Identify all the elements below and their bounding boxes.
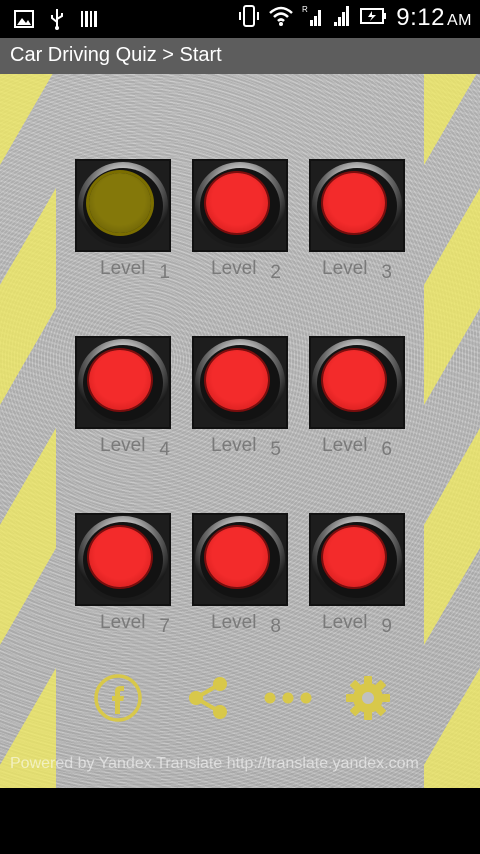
level-9-lamp	[323, 527, 385, 587]
level-4-button[interactable]	[75, 336, 171, 429]
road-stripe-left	[0, 74, 56, 788]
title-bar: Car Driving Quiz > Start	[0, 38, 480, 74]
level-1-label: Level 1	[100, 258, 170, 283]
level-3-button[interactable]	[309, 159, 405, 252]
level-3-lamp	[323, 173, 385, 233]
svg-text:R: R	[302, 5, 308, 14]
level-8-button[interactable]	[192, 513, 288, 606]
usb-icon	[50, 8, 64, 34]
level-8-lamp	[206, 527, 268, 587]
signal-icon: R	[302, 4, 324, 32]
level-6-lamp	[323, 350, 385, 410]
more-icon[interactable]	[262, 672, 314, 724]
level-9-button[interactable]	[309, 513, 405, 606]
level-8-label: Level 8	[211, 612, 281, 637]
level-4-lamp	[89, 350, 151, 410]
status-bar: R 9:12 AM	[0, 0, 480, 38]
level-6-label: Level 6	[322, 435, 392, 460]
level-5-label: Level 5	[211, 435, 281, 460]
level-4-label: Level 4	[100, 435, 170, 460]
clock-time: 9:12	[396, 4, 445, 31]
level-7-label: Level 7	[100, 612, 170, 637]
yandex-attribution: Powered by Yandex.Translate http://trans…	[10, 755, 419, 772]
level-1-lamp	[89, 173, 151, 233]
level-2-lamp	[206, 173, 268, 233]
level-5-lamp	[206, 350, 268, 410]
wifi-icon	[268, 5, 294, 31]
barcode-icon	[80, 9, 98, 33]
level-5-button[interactable]	[192, 336, 288, 429]
share-icon[interactable]	[182, 672, 234, 724]
signal-icon-2	[332, 4, 352, 32]
battery-icon	[360, 6, 388, 30]
level-7-button[interactable]	[75, 513, 171, 606]
road-stripe-right	[424, 74, 480, 788]
level-1-button[interactable]	[75, 159, 171, 252]
settings-icon[interactable]	[342, 672, 394, 724]
clock: 9:12 AM	[396, 4, 472, 32]
level-3-label: Level 3	[322, 258, 392, 283]
level-2-label: Level 2	[211, 258, 281, 283]
image-icon	[14, 10, 34, 32]
clock-ampm: AM	[447, 12, 472, 29]
level-2-button[interactable]	[192, 159, 288, 252]
level-7-lamp	[89, 527, 151, 587]
page-title: Car Driving Quiz > Start	[10, 44, 222, 66]
level-9-label: Level 9	[322, 612, 392, 637]
facebook-icon[interactable]	[92, 672, 144, 724]
level-6-button[interactable]	[309, 336, 405, 429]
vibrate-icon	[238, 4, 260, 32]
